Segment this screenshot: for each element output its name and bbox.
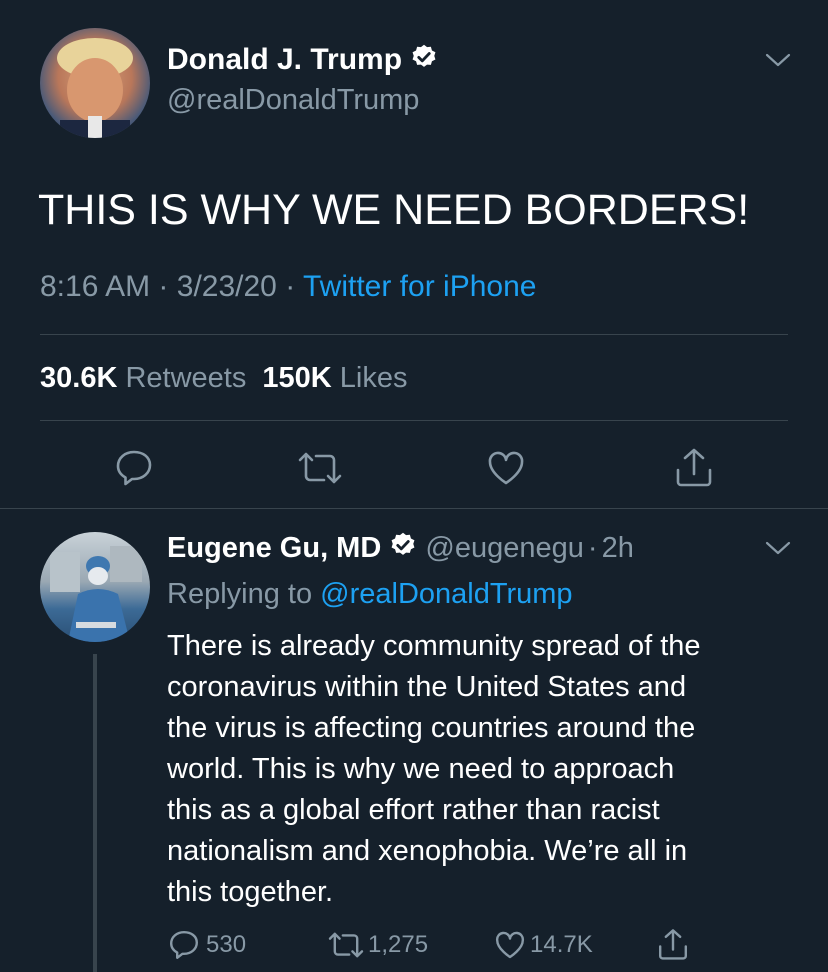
section-divider (0, 508, 828, 509)
likes-count: 150K (262, 362, 332, 394)
tweet-text: THIS IS WHY WE NEED BORDERS! (38, 186, 750, 234)
chevron-down-icon[interactable] (764, 50, 792, 70)
retweet-action[interactable]: 1,275 (328, 928, 428, 962)
tweet-time: 8:16 AM (40, 270, 151, 303)
verified-icon (389, 531, 417, 568)
reply-text: There is already community spread of the… (167, 626, 701, 913)
reply-age[interactable]: 2h (602, 532, 634, 564)
avatar[interactable] (40, 532, 150, 642)
reply-icon[interactable] (114, 448, 154, 488)
reply-text-line: coronavirus within the United States and (167, 671, 687, 703)
retweets-label: Retweets (125, 362, 247, 394)
retweet-icon (328, 929, 364, 961)
retweets-count: 30.6K (40, 362, 118, 394)
like-count: 14.7K (530, 931, 593, 958)
share-icon[interactable] (657, 926, 689, 962)
divider (40, 420, 788, 421)
share-icon[interactable] (674, 446, 714, 488)
reply-header[interactable]: Eugene Gu, MD @eugenegu · 2h (167, 530, 634, 568)
divider (40, 334, 788, 335)
retweet-count: 1,275 (368, 931, 429, 958)
reply-icon (168, 929, 200, 961)
chevron-down-icon[interactable] (764, 538, 792, 558)
replying-prefix: Replying to (167, 578, 313, 610)
author-handle[interactable]: @eugenegu (425, 532, 583, 564)
retweet-icon[interactable] (298, 448, 342, 488)
avatar[interactable] (40, 28, 150, 138)
likes-stat[interactable]: 150K Likes (262, 362, 407, 394)
author-line[interactable]: Donald J. Trump (167, 42, 438, 80)
header-separator: · (587, 532, 598, 564)
author-handle[interactable]: @realDonaldTrump (167, 82, 419, 118)
author-name[interactable]: Donald J. Trump (167, 43, 402, 76)
like-action[interactable]: 14.7K (494, 928, 593, 962)
reply-text-line: the virus is affecting countries around … (167, 712, 696, 744)
reply-text-line: nationalism and xenophobia. We’re all in (167, 835, 688, 867)
meta-separator: · (285, 270, 296, 303)
verified-icon (410, 43, 438, 80)
reply-text-line: There is already community spread of the (167, 630, 701, 662)
replying-to-handle[interactable]: @realDonaldTrump (320, 578, 572, 610)
thread-line (93, 654, 97, 972)
tweet-source[interactable]: Twitter for iPhone (303, 270, 536, 303)
like-icon[interactable] (486, 448, 526, 488)
tweet-date[interactable]: 3/23/20 (177, 270, 277, 303)
reply-text-line: this together. (167, 876, 334, 908)
retweets-stat[interactable]: 30.6K Retweets (40, 362, 254, 394)
replying-to: Replying to @realDonaldTrump (167, 576, 573, 612)
tweet-stats: 30.6K Retweets 150K Likes (40, 360, 408, 396)
reply-text-line: this as a global effort rather than raci… (167, 794, 660, 826)
reply-count: 530 (206, 931, 247, 958)
author-name[interactable]: Eugene Gu, MD (167, 532, 381, 564)
reply-text-line: world. This is why we need to approach (167, 753, 675, 785)
likes-label: Likes (339, 362, 408, 394)
like-icon (494, 929, 526, 961)
meta-separator: · (158, 270, 169, 303)
tweet-meta: 8:16 AM · 3/23/20 · Twitter for iPhone (40, 268, 536, 306)
reply-action[interactable]: 530 (168, 928, 246, 962)
